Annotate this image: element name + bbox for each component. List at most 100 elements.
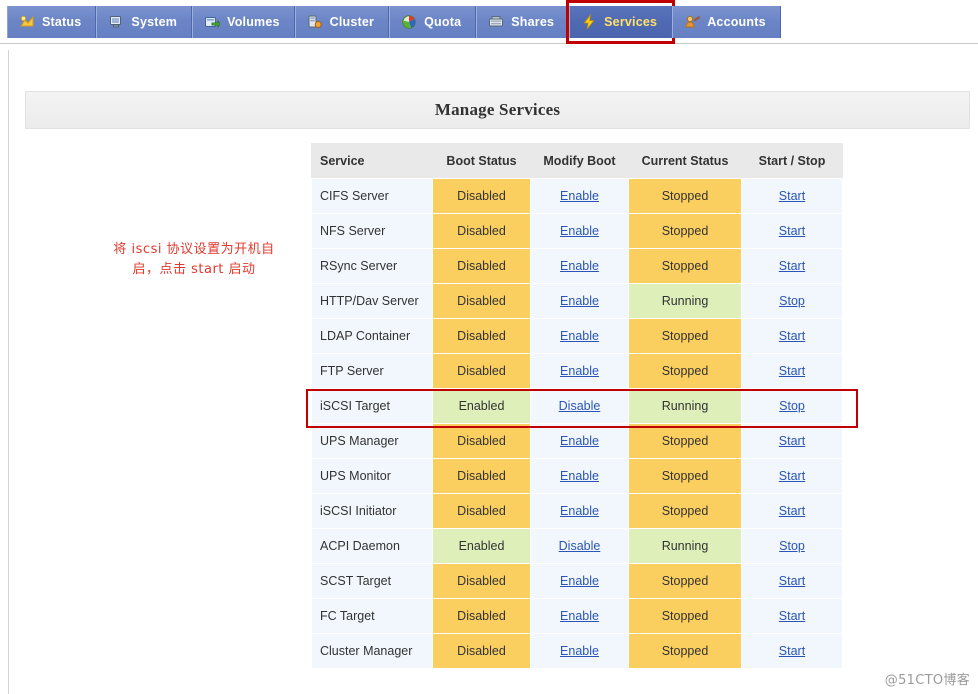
start-stop-link[interactable]: Start — [779, 644, 805, 658]
table-header-row: Service Boot Status Modify Boot Current … — [311, 143, 843, 179]
start-stop-link[interactable]: Start — [779, 469, 805, 483]
watermark: @51CTO博客 — [884, 673, 970, 688]
modify-boot-link[interactable]: Enable — [560, 469, 599, 483]
start-stop-link[interactable]: Start — [779, 189, 805, 203]
tab-label: Services — [604, 14, 658, 29]
cell-start-stop: Start — [741, 213, 843, 249]
start-stop-link[interactable]: Start — [779, 434, 805, 448]
modify-boot-link[interactable]: Enable — [560, 574, 599, 588]
table-row: NFS Server Disabled Enable Stopped Start — [311, 213, 843, 249]
cell-current-status: Stopped — [628, 178, 742, 214]
modify-boot-link[interactable]: Disable — [559, 399, 601, 413]
cell-modify-boot: Enable — [530, 458, 629, 494]
cell-boot-status: Disabled — [432, 493, 531, 529]
cell-current-status: Running — [628, 528, 742, 564]
cell-modify-boot: Enable — [530, 178, 629, 214]
cell-modify-boot: Enable — [530, 563, 629, 599]
cell-boot-status: Disabled — [432, 423, 531, 459]
tab-strip: Status System Volumes Cluster Quota Shares Ser… — [7, 0, 781, 44]
tab-label: Cluster — [329, 14, 375, 29]
shares-icon — [488, 14, 504, 30]
column-header-modify-boot: Modify Boot — [530, 143, 629, 179]
cell-start-stop: Start — [741, 353, 843, 389]
modify-boot-link[interactable]: Enable — [560, 294, 599, 308]
modify-boot-link[interactable]: Enable — [560, 504, 599, 518]
modify-boot-link[interactable]: Enable — [560, 644, 599, 658]
page-title: Manage Services — [434, 100, 561, 119]
table-row: FTP Server Disabled Enable Stopped Start — [311, 353, 843, 389]
cluster-icon — [307, 14, 323, 30]
modify-boot-link[interactable]: Enable — [560, 434, 599, 448]
cell-modify-boot: Enable — [530, 353, 629, 389]
page-title-bar: Manage Services — [25, 91, 970, 129]
table-row: ACPI Daemon Enabled Disable Running Stop — [311, 528, 843, 564]
cell-start-stop: Start — [741, 563, 843, 599]
start-stop-link[interactable]: Start — [779, 609, 805, 623]
quota-icon — [401, 14, 417, 30]
accounts-icon — [684, 14, 700, 30]
table-row: CIFS Server Disabled Enable Stopped Start — [311, 178, 843, 214]
start-stop-link[interactable]: Stop — [779, 539, 805, 553]
cell-boot-status: Disabled — [432, 353, 531, 389]
tab-volumes[interactable]: Volumes — [192, 6, 295, 38]
cell-current-status: Running — [628, 283, 742, 319]
modify-boot-link[interactable]: Enable — [560, 609, 599, 623]
modify-boot-link[interactable]: Enable — [560, 189, 599, 203]
cell-modify-boot: Enable — [530, 213, 629, 249]
start-stop-link[interactable]: Start — [779, 259, 805, 273]
start-stop-link[interactable]: Stop — [779, 399, 805, 413]
cell-start-stop: Start — [741, 178, 843, 214]
tab-label: Quota — [424, 14, 462, 29]
start-stop-link[interactable]: Stop — [779, 294, 805, 308]
cell-modify-boot: Enable — [530, 248, 629, 284]
tab-services[interactable]: Services — [566, 0, 676, 44]
start-stop-link[interactable]: Start — [779, 574, 805, 588]
table-row: FC Target Disabled Enable Stopped Start — [311, 598, 843, 634]
services-table-container: Service Boot Status Modify Boot Current … — [311, 143, 843, 669]
cell-service-name: HTTP/Dav Server — [311, 283, 433, 319]
start-stop-link[interactable]: Start — [779, 504, 805, 518]
main-navigation-bar: Status System Volumes Cluster Quota Shares Ser… — [0, 0, 978, 44]
cell-start-stop: Start — [741, 633, 843, 669]
modify-boot-link[interactable]: Enable — [560, 329, 599, 343]
start-stop-link[interactable]: Start — [779, 224, 805, 238]
tab-accounts[interactable]: Accounts — [672, 6, 781, 38]
modify-boot-link[interactable]: Enable — [560, 259, 599, 273]
cell-modify-boot: Disable — [530, 528, 629, 564]
tab-cluster[interactable]: Cluster — [294, 6, 390, 38]
tab-status[interactable]: Status — [7, 6, 97, 38]
tab-system[interactable]: System — [96, 6, 193, 38]
cell-boot-status: Disabled — [432, 213, 531, 249]
cell-boot-status: Disabled — [432, 633, 531, 669]
volumes-icon — [204, 14, 221, 30]
cell-boot-status: Disabled — [432, 283, 531, 319]
modify-boot-link[interactable]: Disable — [559, 539, 601, 553]
cell-start-stop: Start — [741, 318, 843, 354]
cell-service-name: RSync Server — [311, 248, 433, 284]
cell-current-status: Stopped — [628, 318, 742, 354]
cell-current-status: Stopped — [628, 248, 742, 284]
cell-boot-status: Disabled — [432, 458, 531, 494]
table-row: SCST Target Disabled Enable Stopped Start — [311, 563, 843, 599]
start-stop-link[interactable]: Start — [779, 364, 805, 378]
start-stop-link[interactable]: Start — [779, 329, 805, 343]
cell-current-status: Stopped — [628, 458, 742, 494]
cell-boot-status: Disabled — [432, 318, 531, 354]
column-header-boot-status: Boot Status — [432, 143, 531, 179]
table-row: UPS Manager Disabled Enable Stopped Start — [311, 423, 843, 459]
system-icon — [108, 14, 124, 30]
tab-quota[interactable]: Quota — [389, 6, 477, 38]
modify-boot-link[interactable]: Enable — [560, 224, 599, 238]
tab-shares[interactable]: Shares — [476, 6, 570, 38]
cell-start-stop: Start — [741, 598, 843, 634]
cell-current-status: Stopped — [628, 213, 742, 249]
table-row: RSync Server Disabled Enable Stopped Start — [311, 248, 843, 284]
modify-boot-link[interactable]: Enable — [560, 364, 599, 378]
cell-service-name: iSCSI Target — [311, 388, 433, 424]
cell-current-status: Stopped — [628, 598, 742, 634]
cell-modify-boot: Enable — [530, 493, 629, 529]
cell-current-status: Stopped — [628, 423, 742, 459]
cell-boot-status: Disabled — [432, 563, 531, 599]
cell-modify-boot: Enable — [530, 318, 629, 354]
annotation-line-2: 启，点击 start 启动 — [132, 262, 256, 277]
